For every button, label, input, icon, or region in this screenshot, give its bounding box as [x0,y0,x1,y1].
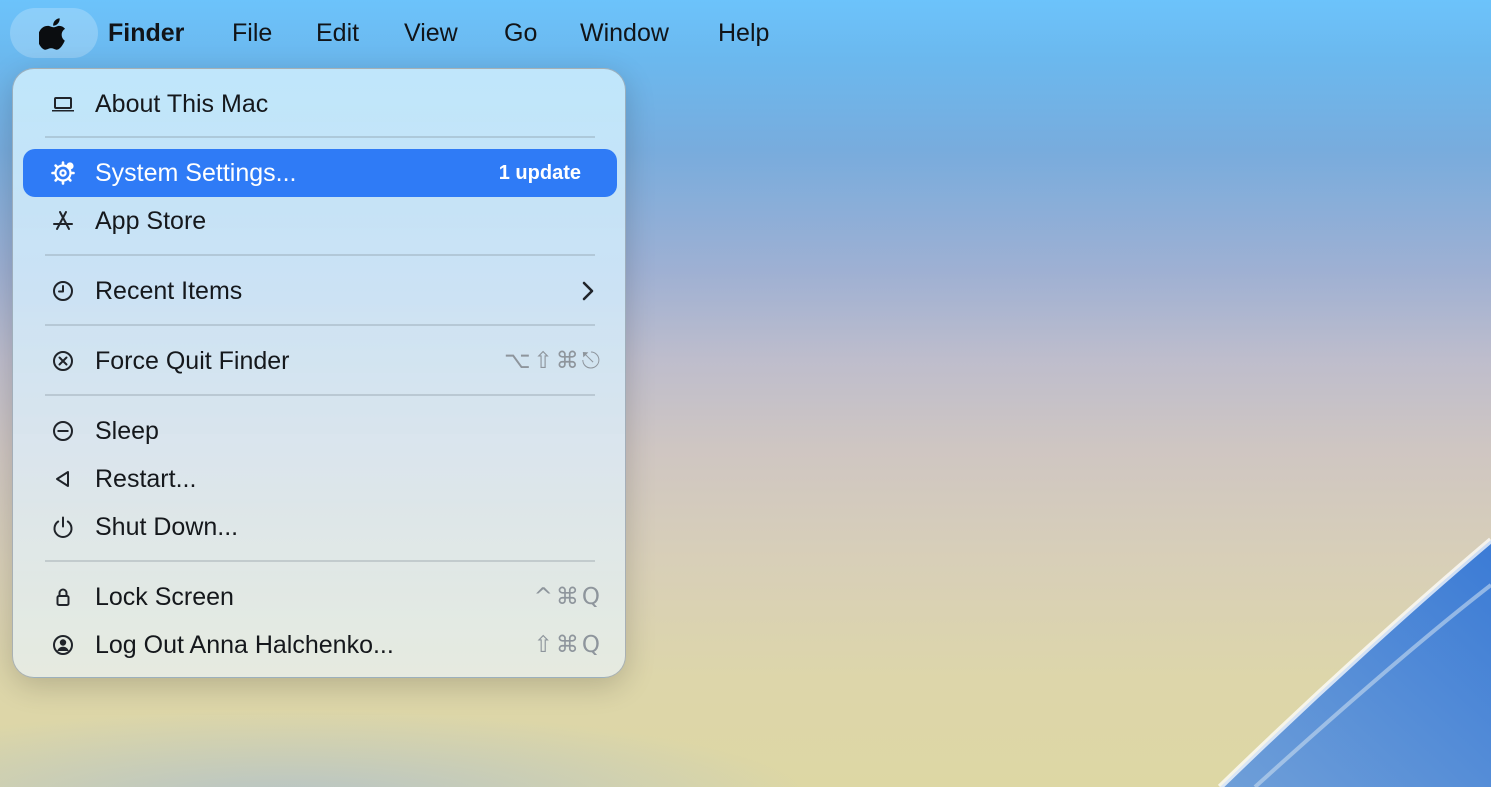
update-badge: 1 update [498,162,581,184]
menu-separator [45,394,595,396]
keyboard-shortcut: ⇧⌘Q [533,632,603,658]
menu-item-label: Log Out Anna Halchenko... [95,631,394,659]
menu-bar: Finder File Edit View Go Window Help [0,0,1491,66]
menu-item-label: Restart... [95,465,197,493]
menu-item-about-this-mac[interactable]: About This Mac [23,80,617,128]
apple-logo-icon [39,16,69,50]
gear-icon [49,160,77,186]
menu-item-label: About This Mac [95,90,269,118]
lock-icon [49,584,77,610]
user-circle-icon [49,632,77,658]
menubar-view[interactable]: View [404,16,458,50]
x-circle-icon [49,348,77,374]
menubar-file[interactable]: File [232,16,272,50]
menu-item-system-settings[interactable]: System Settings... 1 update [23,149,617,197]
keyboard-shortcut: ⌥⇧⌘⎋ [504,348,603,374]
clock-icon [49,278,77,304]
menu-item-label: Recent Items [95,277,243,305]
menu-separator [45,254,595,256]
menu-item-shut-down[interactable]: Shut Down... [23,503,617,551]
restart-icon [49,466,77,492]
menu-item-sleep[interactable]: Sleep [23,407,617,455]
menu-item-app-store[interactable]: App Store [23,197,617,245]
menubar-finder[interactable]: Finder [108,16,184,50]
apple-menu-dropdown: About This Mac System Settings... 1 upda… [12,68,626,678]
menu-separator [45,324,595,326]
menu-item-recent-items[interactable]: Recent Items [23,267,617,315]
power-icon [49,514,77,540]
menubar-go[interactable]: Go [504,16,537,50]
menubar-edit[interactable]: Edit [316,16,359,50]
menu-item-force-quit[interactable]: Force Quit Finder ⌥⇧⌘⎋ [23,337,617,385]
menu-item-label: Sleep [95,417,159,445]
menubar-help[interactable]: Help [718,16,769,50]
menu-separator [45,136,595,138]
menu-item-label: Lock Screen [95,583,234,611]
menu-item-label: System Settings... [95,159,297,187]
menubar-window[interactable]: Window [580,16,669,50]
sleep-icon [49,418,77,444]
menu-separator [45,560,595,562]
apple-menu-button[interactable] [10,8,98,58]
laptop-icon [49,91,77,117]
menu-item-label: Force Quit Finder [95,347,290,375]
desktop-wallpaper: Finder File Edit View Go Window Help Abo… [0,0,1491,787]
menu-item-label: Shut Down... [95,513,239,541]
menu-item-log-out[interactable]: Log Out Anna Halchenko... ⇧⌘Q [23,621,617,669]
menu-item-label: App Store [95,207,207,235]
menu-item-restart[interactable]: Restart... [23,455,617,503]
app-store-icon [49,208,77,234]
chevron-right-icon [579,279,597,303]
menu-item-lock-screen[interactable]: Lock Screen ^⌘Q [23,573,617,621]
keyboard-shortcut: ^⌘Q [533,584,603,610]
